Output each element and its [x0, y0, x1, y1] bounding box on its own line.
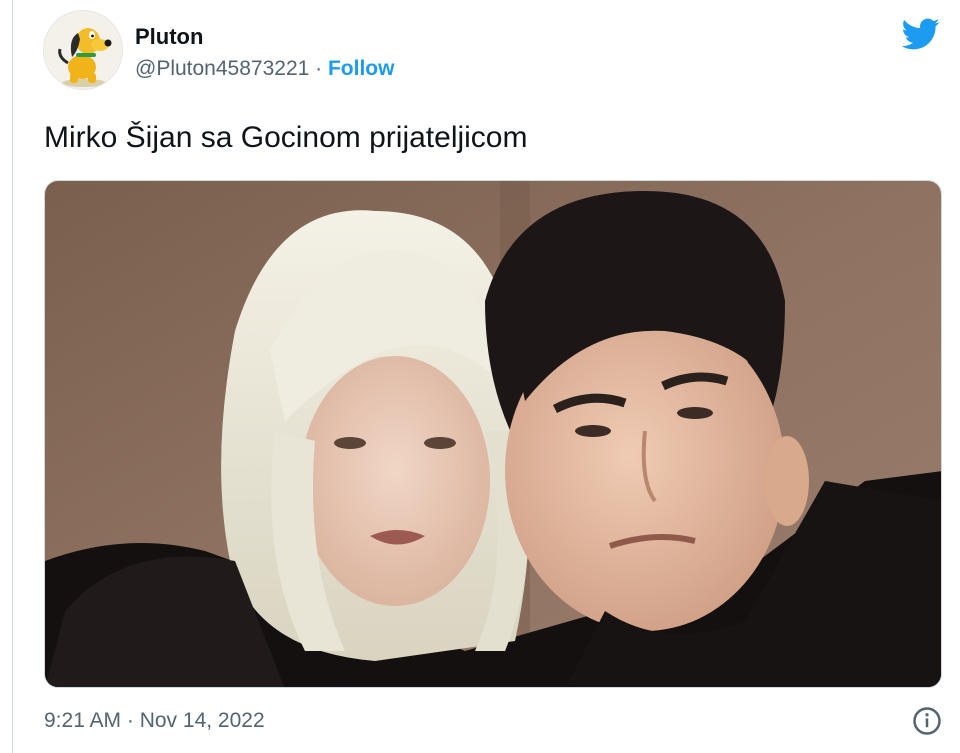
- handle-row: @Pluton45873221 · Follow: [135, 56, 394, 82]
- avatar[interactable]: [43, 10, 123, 90]
- pluto-avatar-icon: [58, 28, 112, 87]
- separator-dot: ·: [315, 57, 323, 80]
- tweet-card[interactable]: Pluton @Pluton45873221 · Follow Mirko Ši…: [12, 0, 960, 753]
- follow-button[interactable]: Follow: [328, 57, 395, 80]
- tweet-photo[interactable]: [44, 180, 942, 688]
- display-name[interactable]: Pluton: [135, 24, 394, 50]
- tweet-text: Mirko Šijan sa Gocinom prijateljicom: [44, 121, 528, 154]
- tweet-timestamp[interactable]: 9:21 AM · Nov 14, 2022: [44, 706, 265, 736]
- user-handle[interactable]: @Pluton45873221: [135, 57, 309, 80]
- user-info: Pluton @Pluton45873221 · Follow: [135, 24, 394, 82]
- photo-couple-image: [45, 181, 941, 687]
- twitter-bird-icon[interactable]: [897, 14, 943, 54]
- info-icon[interactable]: [912, 706, 942, 736]
- tweet-header: Pluton @Pluton45873221 · Follow: [43, 10, 943, 94]
